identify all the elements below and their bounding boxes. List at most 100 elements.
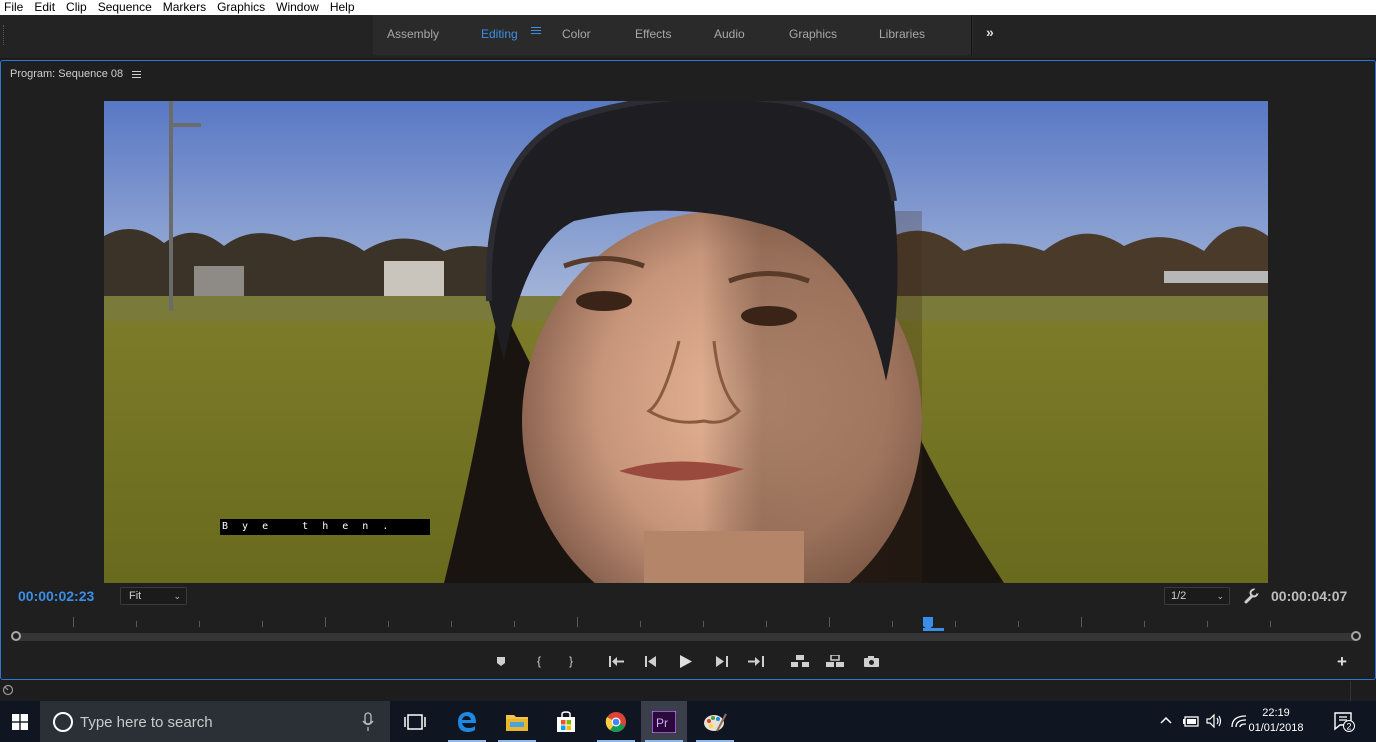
menu-bar: File Edit Clip Sequence Markers Graphics…	[0, 0, 1376, 15]
menu-sequence[interactable]: Sequence	[98, 1, 152, 14]
time-ruler[interactable]	[1, 613, 1376, 643]
app-window: File Edit Clip Sequence Markers Graphics…	[0, 0, 1376, 742]
video-frame-image	[104, 101, 1268, 583]
menu-markers[interactable]: Markers	[163, 1, 206, 14]
action-center-icon[interactable]: 2	[1334, 712, 1356, 732]
extract-icon[interactable]	[825, 651, 845, 671]
workspace-divider	[971, 15, 972, 55]
panel-menu-icon[interactable]	[132, 71, 141, 80]
chevron-down-icon: ⌄	[173, 591, 181, 601]
ruler-tick	[136, 621, 137, 627]
add-marker-icon[interactable]	[491, 651, 511, 671]
menu-graphics[interactable]: Graphics	[217, 1, 265, 14]
chrome-icon[interactable]	[593, 701, 639, 742]
premiere-pro-icon[interactable]: Pr	[641, 701, 687, 742]
ruler-tick	[73, 617, 74, 627]
ruler-tick	[388, 621, 389, 627]
volume-icon[interactable]	[1206, 714, 1224, 728]
mark-out-icon[interactable]: }	[561, 651, 581, 671]
task-view-icon[interactable]	[392, 701, 438, 742]
ruler-tick	[1144, 621, 1145, 627]
menu-edit[interactable]: Edit	[34, 1, 55, 14]
microphone-icon[interactable]	[362, 712, 374, 732]
playhead-marker[interactable]	[922, 617, 945, 631]
ruler-tick	[262, 621, 263, 627]
clock-time: 22:19	[1262, 707, 1290, 719]
windows-logo-icon	[12, 713, 28, 730]
scrub-bar[interactable]	[17, 633, 1357, 641]
taskbar-search-box[interactable]: Type here to search	[40, 701, 390, 742]
notification-count-badge: 2	[1347, 722, 1352, 732]
ruler-tick	[1018, 621, 1019, 627]
in-handle[interactable]	[11, 631, 21, 641]
ruler-tick	[955, 621, 956, 627]
ruler-tick	[1270, 621, 1271, 627]
paint-icon[interactable]	[692, 701, 738, 742]
battery-icon[interactable]	[1182, 714, 1200, 728]
panel-title: Program: Sequence 08	[10, 68, 124, 80]
status-strip	[0, 681, 1376, 701]
ruler-tick	[199, 621, 200, 627]
scroll-handle[interactable]	[1350, 681, 1376, 701]
store-icon[interactable]	[543, 701, 589, 742]
panel-grip[interactable]	[3, 25, 5, 45]
mark-in-icon[interactable]: {	[529, 651, 549, 671]
ruler-tick	[514, 621, 515, 627]
camera-icon[interactable]	[861, 651, 881, 671]
menu-clip[interactable]: Clip	[66, 1, 87, 14]
workspace-tabs: Assembly Editing Color Effects Audio Gra…	[373, 15, 973, 55]
tab-effects[interactable]: Effects	[635, 27, 671, 41]
step-back-icon[interactable]	[641, 651, 661, 671]
resolution-value: 1/2	[1171, 590, 1187, 602]
taskbar: Type here to search Pr 22:19 01/01/2018 …	[0, 701, 1376, 742]
search-placeholder: Type here to search	[80, 714, 213, 731]
chevron-down-icon: ⌄	[1216, 591, 1224, 601]
sync-icon[interactable]	[2, 684, 14, 696]
ruler-tick	[325, 617, 326, 627]
tab-color[interactable]: Color	[562, 27, 591, 41]
ruler-tick	[451, 621, 452, 627]
chevron-up-icon[interactable]	[1160, 715, 1172, 727]
edge-browser-icon[interactable]	[444, 701, 490, 742]
go-to-out-icon[interactable]	[746, 651, 766, 671]
cortana-icon[interactable]	[53, 712, 73, 732]
ruler-tick	[829, 617, 830, 627]
playhead-timecode[interactable]: 00:00:02:23	[18, 588, 94, 604]
tab-libraries[interactable]: Libraries	[879, 27, 925, 41]
clock-date: 01/01/2018	[1248, 722, 1304, 734]
lift-icon[interactable]	[790, 651, 810, 671]
menu-window[interactable]: Window	[276, 1, 319, 14]
zoom-level-select[interactable]: Fit ⌄	[120, 587, 187, 605]
chevron-double-right-icon[interactable]: »	[986, 24, 994, 40]
wrench-icon[interactable]	[1243, 588, 1259, 604]
caption-text[interactable]: B y e t h e n .	[220, 519, 430, 535]
workspace-bar: Assembly Editing Color Effects Audio Gra…	[0, 15, 1376, 59]
button-editor-add-icon[interactable]: +	[1337, 652, 1347, 672]
ruler-tick	[577, 617, 578, 627]
menu-file[interactable]: File	[4, 1, 23, 14]
ruler-tick	[703, 621, 704, 627]
ruler-tick	[766, 621, 767, 627]
step-forward-icon[interactable]	[712, 651, 732, 671]
transport-controls: { }	[491, 651, 891, 671]
ruler-tick	[1081, 617, 1082, 627]
video-preview[interactable]: B y e t h e n .	[104, 101, 1268, 583]
out-handle[interactable]	[1351, 631, 1361, 641]
workspace-menu-icon[interactable]	[531, 27, 541, 37]
go-to-in-icon[interactable]	[607, 651, 627, 671]
menu-help[interactable]: Help	[330, 1, 355, 14]
play-icon[interactable]	[676, 651, 696, 671]
taskbar-clock[interactable]: 22:19 01/01/2018	[1244, 706, 1308, 736]
file-explorer-icon[interactable]	[494, 701, 540, 742]
tab-editing[interactable]: Editing	[481, 27, 518, 41]
program-monitor-panel: Program: Sequence 08 B y e t h e n . 00:…	[0, 60, 1376, 680]
tab-graphics[interactable]: Graphics	[789, 27, 837, 41]
ruler-tick	[1207, 621, 1208, 627]
playback-resolution-select[interactable]: 1/2 ⌄	[1164, 587, 1230, 605]
tab-assembly[interactable]: Assembly	[387, 27, 439, 41]
zoom-level-value: Fit	[129, 590, 142, 602]
duration-timecode: 00:00:04:07	[1271, 588, 1348, 604]
windows-start-button[interactable]	[0, 701, 40, 742]
svg-text:Pr: Pr	[656, 716, 668, 730]
tab-audio[interactable]: Audio	[714, 27, 745, 41]
